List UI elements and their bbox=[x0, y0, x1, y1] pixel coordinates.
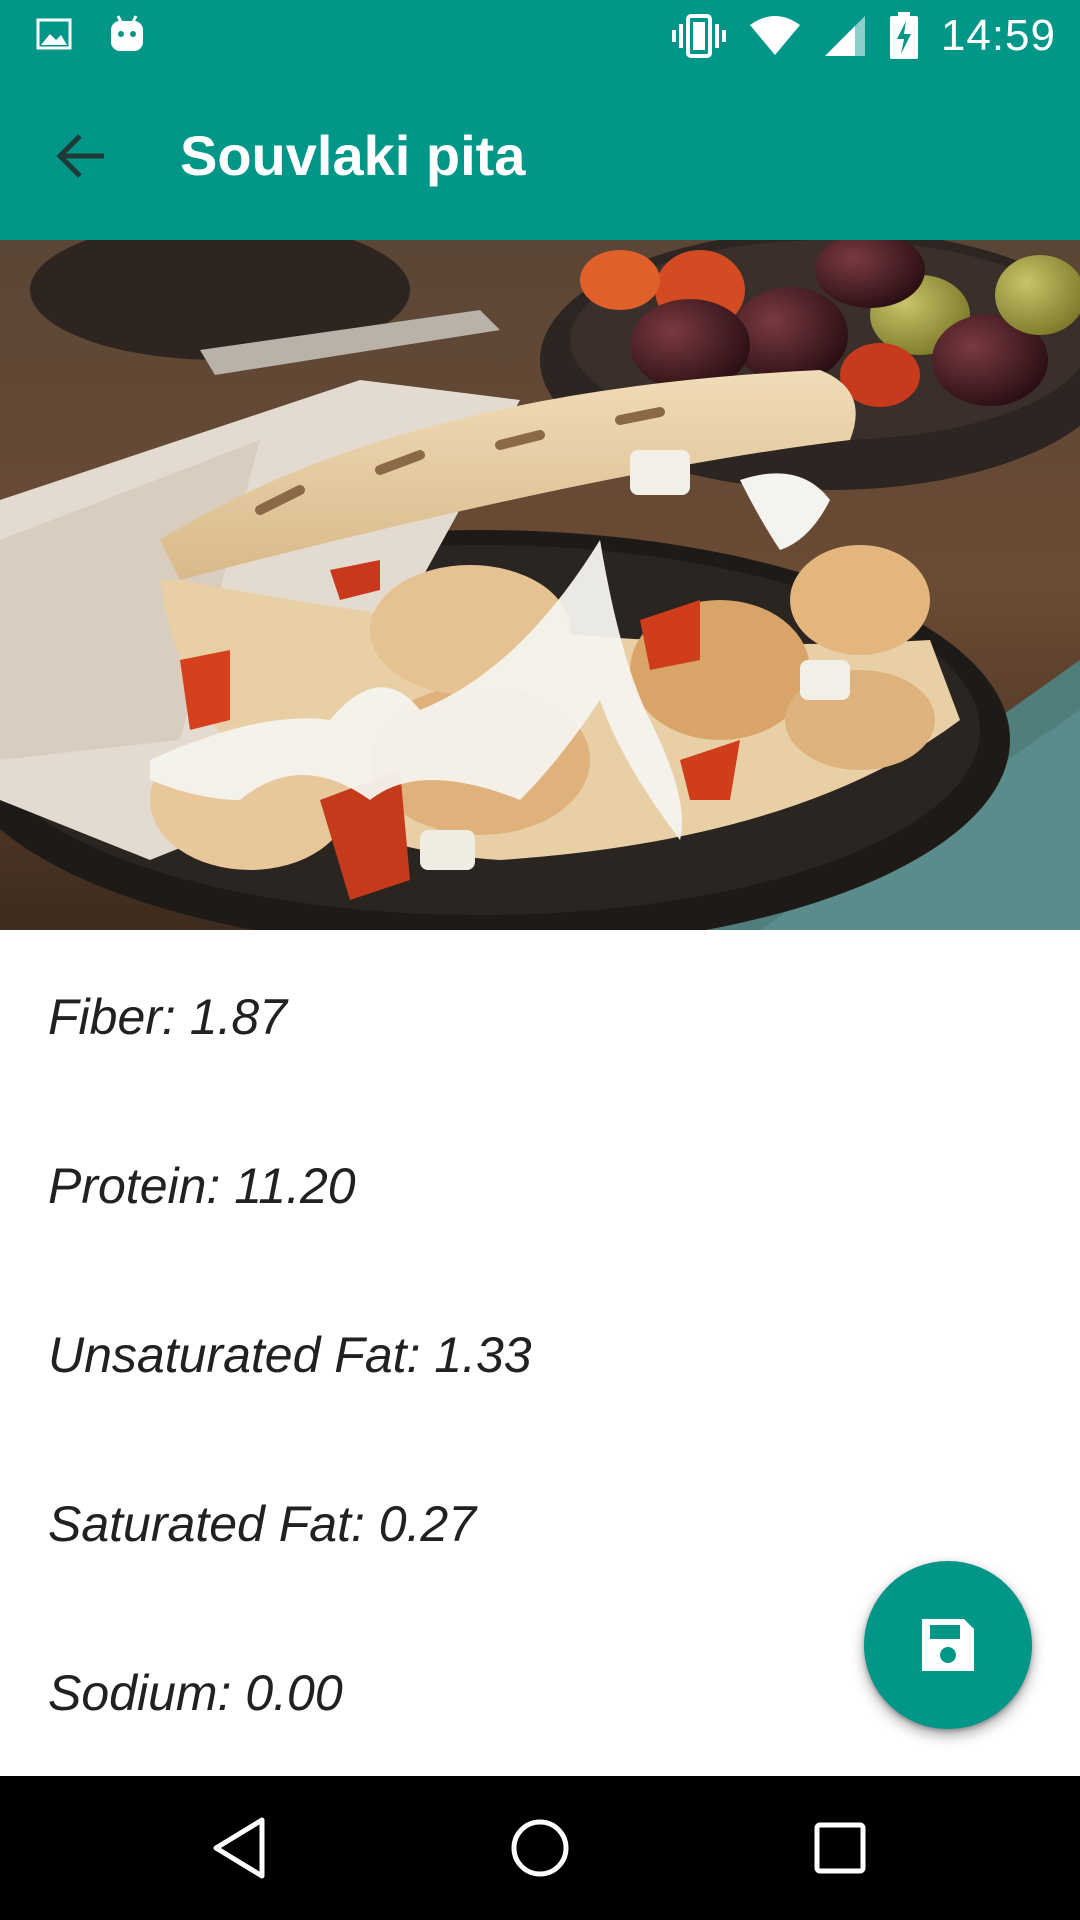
souvlaki-pita-photo bbox=[0, 240, 1080, 930]
screen: 14:59 Souvlaki pita Fiber: 1.87 Protein:… bbox=[0, 0, 1080, 1920]
nutrient-fiber: Fiber: 1.87 bbox=[48, 989, 288, 1045]
app-bar: Souvlaki pita bbox=[0, 72, 1080, 240]
home-circle-icon bbox=[511, 1819, 569, 1877]
nav-back-button[interactable] bbox=[200, 1808, 280, 1888]
status-time: 14:59 bbox=[940, 11, 1056, 60]
page-title: Souvlaki pita bbox=[180, 124, 526, 187]
nutrient-unsaturated-fat: Unsaturated Fat: 1.33 bbox=[48, 1327, 532, 1383]
nutrient-protein: Protein: 11.20 bbox=[48, 1158, 356, 1214]
arrow-back-icon bbox=[56, 134, 104, 178]
hero-image bbox=[0, 240, 1080, 930]
status-right-icons: 14:59 bbox=[671, 10, 1056, 62]
nav-bar bbox=[0, 1776, 1080, 1920]
vibrate-icon bbox=[671, 14, 726, 58]
android-notification-icon bbox=[111, 15, 143, 51]
gallery-notification-icon bbox=[36, 18, 72, 50]
wifi-icon bbox=[749, 16, 800, 55]
status-bar: 14:59 bbox=[0, 0, 1080, 72]
recents-square-icon bbox=[814, 1822, 866, 1874]
signal-icon bbox=[824, 16, 865, 56]
save-fab-button[interactable] bbox=[864, 1561, 1032, 1729]
nav-recents-button[interactable] bbox=[800, 1808, 880, 1888]
status-left-icons bbox=[36, 14, 146, 54]
battery-charging-icon bbox=[889, 12, 918, 59]
back-triangle-icon bbox=[213, 1817, 265, 1879]
nutrient-sodium: Sodium: 0.00 bbox=[48, 1665, 343, 1721]
nav-home-button[interactable] bbox=[500, 1808, 580, 1888]
save-icon bbox=[922, 1619, 974, 1671]
back-button[interactable] bbox=[40, 114, 124, 198]
nutrient-saturated-fat: Saturated Fat: 0.27 bbox=[48, 1496, 477, 1552]
